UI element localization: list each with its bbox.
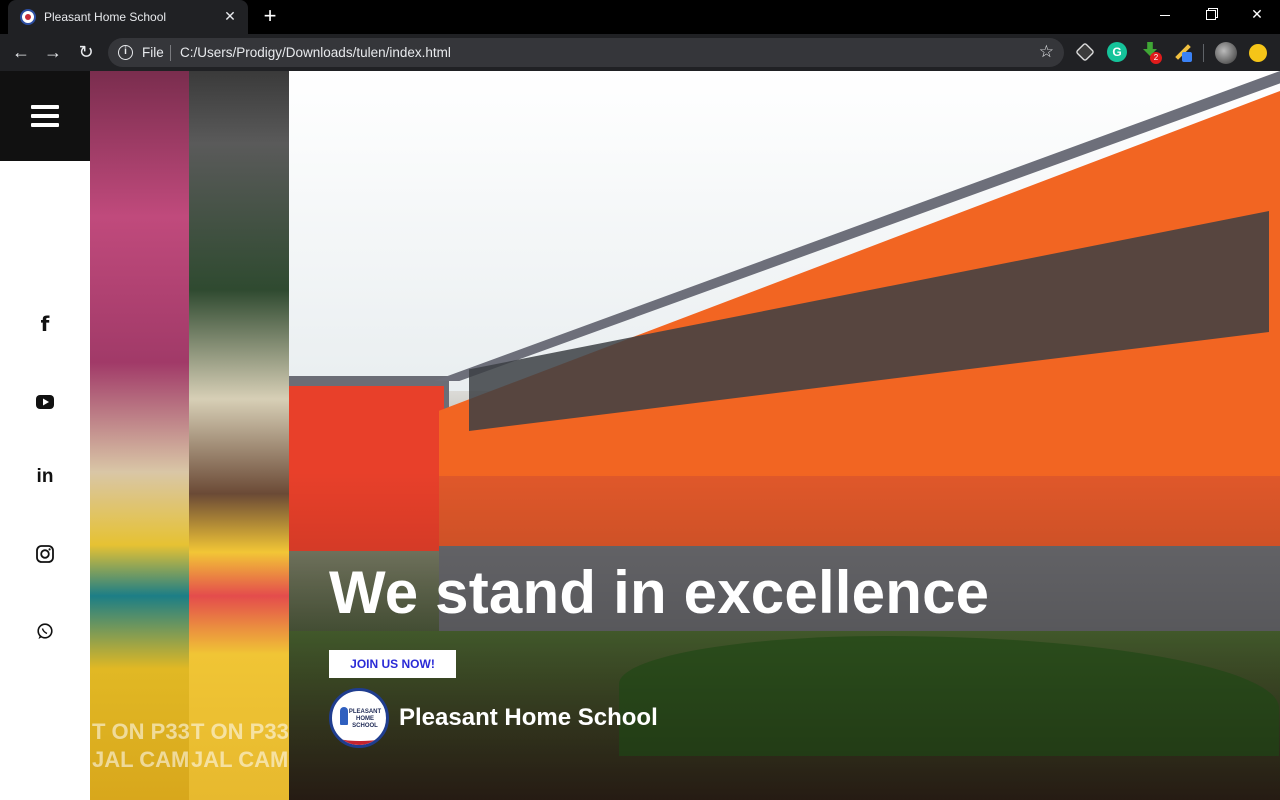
- window-close-button[interactable]: ✕: [1234, 0, 1280, 30]
- whatsapp-icon-svg: [37, 623, 53, 639]
- url-text[interactable]: C:/Users/Prodigy/Downloads/tulen/index.h…: [180, 45, 451, 60]
- photo-caption-text: JAL CAM: [92, 747, 190, 772]
- browser-tab[interactable]: Pleasant Home School ✕: [8, 0, 248, 34]
- facebook-icon[interactable]: f: [30, 309, 60, 339]
- photo-caption-text: T ON P33: [92, 719, 190, 744]
- download-count-badge: 2: [1150, 52, 1162, 64]
- site-info-icon[interactable]: i: [118, 45, 133, 60]
- tab-strip: Pleasant Home School ✕ + ✕: [0, 0, 1280, 34]
- school-name: Pleasant Home School: [399, 704, 658, 731]
- favicon-icon: [20, 9, 36, 25]
- hero-overlay: [289, 71, 1280, 800]
- pen-tool-icon[interactable]: [1172, 42, 1192, 62]
- hero-headline: We stand in excellence: [329, 559, 990, 626]
- logo-text: PLEASANT HOME SCHOOL: [348, 709, 382, 729]
- back-button[interactable]: ←: [8, 40, 34, 66]
- reload-button[interactable]: ↻: [73, 40, 99, 66]
- hamburger-menu-icon: [31, 105, 59, 127]
- instagram-icon[interactable]: [30, 539, 60, 569]
- whatsapp-icon[interactable]: [30, 617, 60, 647]
- gallery-photo-strip-1: [90, 71, 189, 800]
- minimize-button[interactable]: [1142, 0, 1188, 30]
- join-us-button[interactable]: JOIN US NOW!: [329, 650, 456, 678]
- browser-toolbar: ← → ↻ i File C:/Users/Prodigy/Downloads/…: [0, 34, 1280, 71]
- menu-toggle[interactable]: [0, 71, 90, 161]
- linkedin-icon[interactable]: in: [30, 462, 60, 492]
- pen-square-shape: [1182, 52, 1192, 62]
- youtube-icon[interactable]: [30, 387, 60, 417]
- scheme-label: File: [142, 45, 164, 60]
- grammarly-icon[interactable]: G: [1107, 42, 1127, 62]
- hero-school-building-image: [289, 71, 1280, 800]
- gallery-photo-strip-2: [189, 71, 289, 800]
- youtube-icon-svg: [36, 395, 54, 409]
- downloader-icon[interactable]: 2: [1140, 42, 1162, 64]
- omnibox-divider: [170, 45, 171, 61]
- minimize-icon: [1160, 14, 1170, 16]
- sidebar: f in: [0, 71, 90, 800]
- cube-extension-icon[interactable]: [1075, 42, 1095, 62]
- update-alert-icon[interactable]: [1249, 44, 1267, 62]
- tab-title: Pleasant Home School: [44, 10, 167, 24]
- restore-icon: [1206, 10, 1216, 21]
- bookmark-star-icon[interactable]: ☆: [1039, 42, 1054, 62]
- page-content: f in T ON P33 JAL CAM T ON P33 JAL CAM W…: [0, 71, 1280, 800]
- forward-button[interactable]: →: [40, 40, 66, 66]
- logo-figure: [340, 707, 348, 725]
- address-bar[interactable]: i File C:/Users/Prodigy/Downloads/tulen/…: [108, 38, 1064, 67]
- photo-caption-text: JAL CAM: [191, 747, 289, 772]
- photo-caption-text: T ON P33: [191, 719, 289, 744]
- instagram-icon-svg: [36, 545, 54, 563]
- tab-close-button[interactable]: ✕: [222, 8, 238, 24]
- toolbar-divider: [1203, 44, 1204, 62]
- restore-button[interactable]: [1188, 0, 1234, 30]
- school-logo: PLEASANT HOME SCHOOL: [329, 688, 389, 748]
- profile-avatar[interactable]: [1215, 42, 1237, 64]
- new-tab-button[interactable]: +: [258, 5, 282, 29]
